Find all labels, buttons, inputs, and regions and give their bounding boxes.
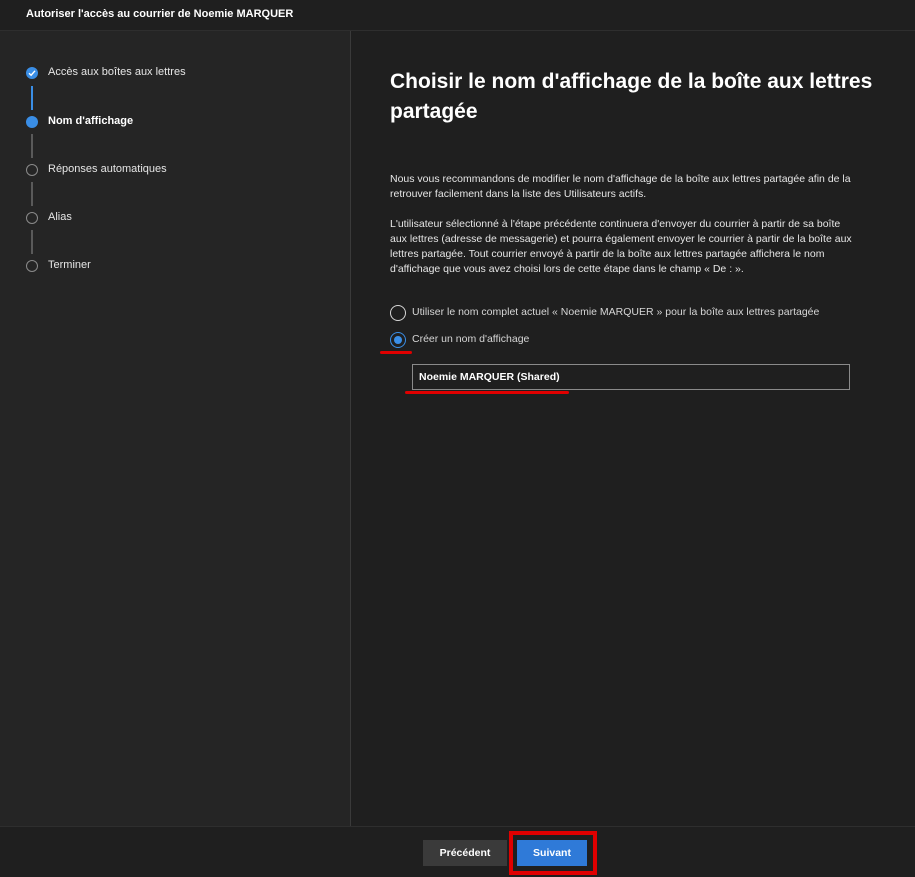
step-connector [31, 230, 33, 254]
radio-label: Créer un nom d'affichage [412, 333, 530, 345]
step-connector [31, 134, 33, 158]
display-name-input[interactable] [412, 364, 850, 390]
pending-step-icon [26, 212, 38, 224]
step-label: Réponses automatiques [48, 163, 167, 175]
pending-step-icon [26, 164, 38, 176]
title-bar: Autoriser l'accès au courrier de Noemie … [0, 0, 915, 31]
step-label: Terminer [48, 259, 91, 271]
check-icon [26, 67, 38, 79]
footer-bar: Précédent Suivant [0, 826, 915, 877]
main-panel: Choisir le nom d'affichage de la boîte a… [352, 31, 915, 826]
page-title: Choisir le nom d'affichage de la boîte a… [390, 70, 873, 123]
step-label: Nom d'affichage [48, 115, 134, 127]
step-connector [31, 86, 33, 110]
step-label: Accès aux boîtes aux lettres [48, 66, 186, 78]
annotation-underline [380, 351, 412, 354]
step-connector [31, 182, 33, 206]
annotation-underline [405, 391, 569, 394]
window-title: Autoriser l'accès au courrier de Noemie … [26, 8, 294, 20]
step-label: Alias [48, 211, 72, 223]
radio-button-selected[interactable] [390, 332, 406, 348]
current-step-icon [26, 116, 38, 128]
pending-step-icon [26, 260, 38, 272]
previous-button[interactable]: Précédent [423, 840, 507, 866]
radio-label: Utiliser le nom complet actuel « Noemie … [412, 306, 820, 318]
radio-button[interactable] [390, 305, 406, 321]
description-text: Nous vous recommandons de modifier le no… [390, 173, 851, 200]
description-text: L'utilisateur sélectionné à l'étape préc… [390, 218, 852, 275]
next-button[interactable]: Suivant [517, 840, 587, 866]
steps-sidebar: Accès aux boîtes aux lettres Nom d'affic… [0, 31, 351, 826]
